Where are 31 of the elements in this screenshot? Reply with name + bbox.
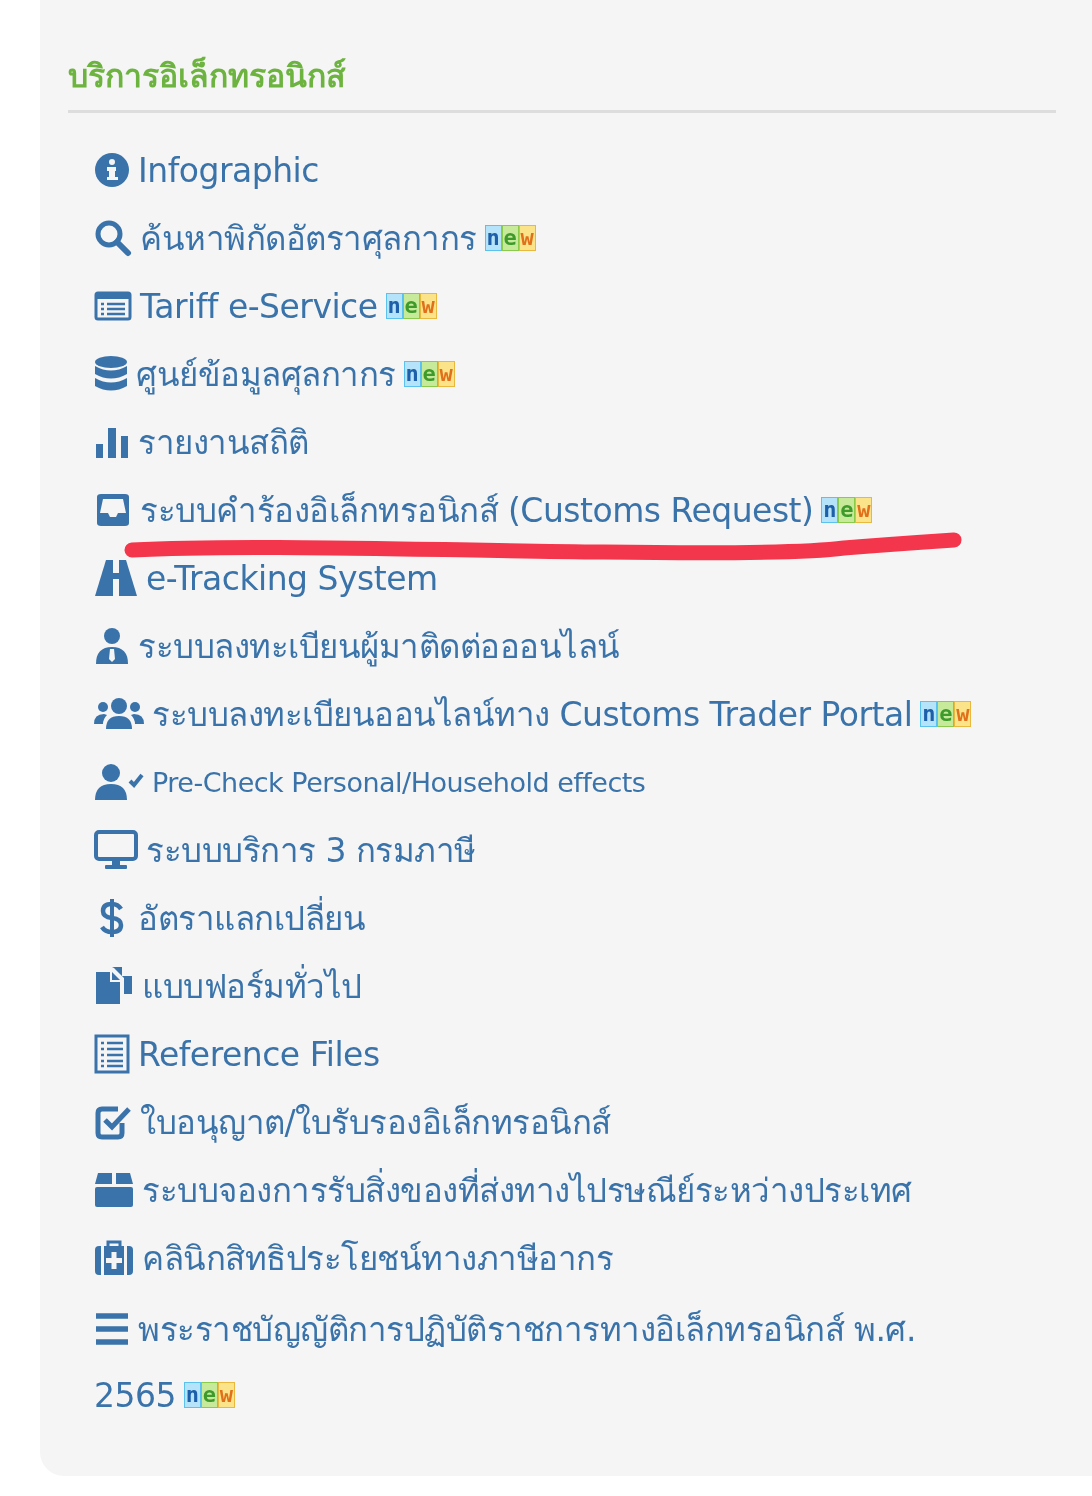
- search-icon: [94, 218, 132, 257]
- service-link[interactable]: Pre-Check Personal/Household effects: [152, 767, 646, 798]
- service-link[interactable]: ระบบคำร้องอิเล็กทรอนิกส์ (Customs Request): [140, 491, 814, 530]
- service-link[interactable]: ใบอนุญาต/ใบรับรองอิเล็กทรอนิกส์: [140, 1103, 611, 1142]
- user-check-icon: [94, 762, 144, 801]
- service-link[interactable]: Infographic: [138, 151, 319, 190]
- box-icon: [94, 1171, 134, 1208]
- service-link[interactable]: ระบบลงทะเบียนออนไลน์ทาง Customs Trader Portal: [152, 695, 913, 734]
- database-icon: [94, 354, 128, 393]
- list-window-icon: [94, 290, 132, 321]
- service-link[interactable]: คลินิกสิทธิประโยชน์ทางภาษีอากร: [142, 1239, 613, 1278]
- inbox-icon: [94, 492, 132, 527]
- new-badge: new: [184, 1381, 235, 1408]
- info-icon: [94, 151, 130, 188]
- road-icon: [94, 558, 138, 597]
- service-link[interactable]: ค้นหาพิกัดอัตราศุลกากร: [140, 219, 477, 258]
- service-link[interactable]: ระบบบริการ 3 กรมภาษี: [146, 831, 476, 870]
- service-link[interactable]: ระบบลงทะเบียนผู้มาติดต่อออนไลน์: [138, 627, 620, 666]
- users-icon: [94, 696, 144, 731]
- service-link[interactable]: ศูนย์ข้อมูลศุลกากร: [136, 355, 396, 394]
- user-tie-icon: [94, 626, 130, 665]
- service-link[interactable]: Tariff e-Service: [140, 287, 378, 326]
- medical-kit-icon: [94, 1239, 134, 1276]
- service-link[interactable]: e-Tracking System: [146, 559, 438, 598]
- list-document-icon: [94, 1033, 130, 1074]
- service-link[interactable]: Reference Files: [138, 1035, 380, 1074]
- monitor-icon: [94, 829, 138, 870]
- menu-icon: [94, 1311, 130, 1346]
- service-link[interactable]: รายงานสถิติ: [138, 423, 309, 462]
- documents-icon: [94, 965, 134, 1006]
- section-title: บริการอิเล็กทรอนิกส์: [68, 55, 347, 97]
